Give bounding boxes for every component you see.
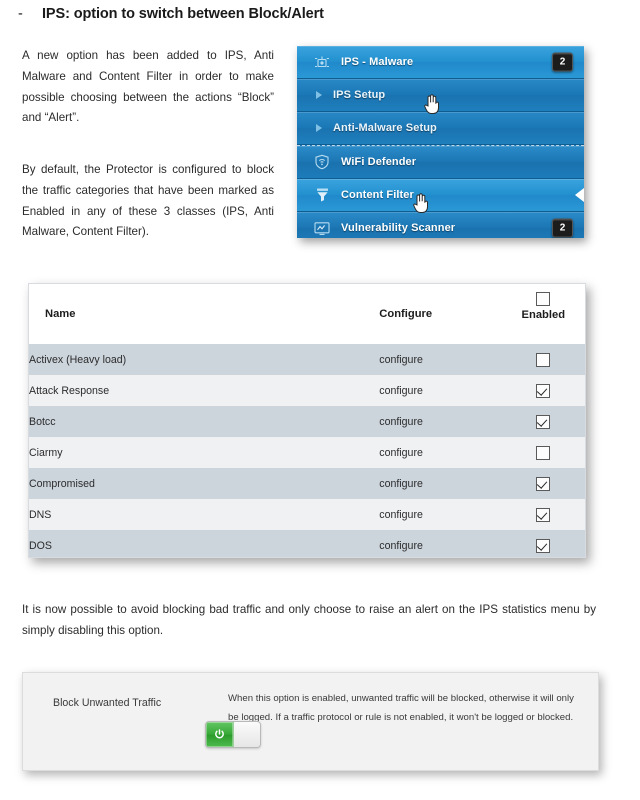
row-enabled-cell	[501, 406, 585, 437]
paragraph-2: By default, the Protector is configured …	[22, 163, 274, 239]
row-enabled-cell	[501, 437, 585, 468]
option-description: When this option is enabled, unwanted tr…	[228, 693, 574, 723]
table-row[interactable]: DNS configure	[29, 499, 585, 530]
row-name: Activex (Heavy load)	[29, 344, 380, 375]
heading-text: IPS: option to switch between Block/Aler…	[42, 6, 324, 22]
arrow-right-icon	[315, 90, 324, 100]
menu-item-label: Anti-Malware Setup	[333, 122, 437, 134]
paragraph-3: It is now possible to avoid blocking bad…	[22, 603, 596, 637]
row-name: Compromised	[29, 468, 380, 499]
toggle-on-half[interactable]	[206, 722, 234, 747]
enabled-checkbox[interactable]	[536, 445, 551, 460]
row-name: Ciarmy	[29, 437, 380, 468]
menu-item-badge: 2	[552, 52, 573, 72]
enabled-checkbox[interactable]	[536, 507, 551, 522]
table-row[interactable]: Compromised configure	[29, 468, 585, 499]
power-icon	[215, 729, 224, 739]
selection-pointer-icon	[575, 188, 584, 202]
menu-item-label: Vulnerability Scanner	[341, 222, 456, 234]
wifi-shield-icon	[311, 153, 333, 171]
menu-item-ips-malware[interactable]: IPS - Malware 2	[297, 46, 584, 79]
configure-link[interactable]: configure	[379, 406, 502, 437]
row-name: DNS	[29, 499, 380, 530]
table-row[interactable]: Ciarmy configure	[29, 437, 585, 468]
row-name: Attack Response	[29, 375, 380, 406]
row-enabled-cell	[501, 375, 585, 406]
row-enabled-cell	[501, 344, 585, 375]
categories-table-panel: Name Configure Enabled Activex (Heavy lo…	[28, 283, 586, 558]
column-header-name: Name	[29, 284, 380, 344]
menu-item-content-filter[interactable]: Content Filter	[297, 179, 584, 212]
table-body: Activex (Heavy load) configure Attack Re…	[29, 344, 585, 557]
block-unwanted-traffic-toggle[interactable]	[205, 721, 261, 748]
heading-bullet: -	[18, 6, 23, 22]
menu-item-label: IPS - Malware	[341, 56, 414, 68]
configure-link[interactable]: configure	[379, 530, 502, 557]
select-all-checkbox[interactable]	[536, 292, 551, 306]
menu-list: IPS - Malware 2 IPS Setup Anti-Malware S…	[297, 46, 584, 238]
column-header-configure: Configure	[379, 284, 502, 344]
menu-item-ips-setup[interactable]: IPS Setup	[297, 79, 584, 112]
table-row[interactable]: Activex (Heavy load) configure	[29, 344, 585, 375]
enabled-checkbox[interactable]	[536, 476, 551, 491]
table-header-row: Name Configure Enabled	[29, 284, 585, 344]
menu-item-anti-malware-setup[interactable]: Anti-Malware Setup	[297, 112, 584, 145]
row-enabled-cell	[501, 530, 585, 557]
funnel-icon	[311, 186, 333, 204]
paragraph-1: A new option has been added to IPS, Anti…	[22, 49, 274, 125]
menu-item-vulnerability-scanner[interactable]: Vulnerability Scanner 2	[297, 212, 584, 238]
monitor-chart-icon	[311, 219, 333, 237]
enabled-checkbox[interactable]	[536, 383, 551, 398]
configure-link[interactable]: configure	[379, 437, 502, 468]
categories-table: Name Configure Enabled Activex (Heavy lo…	[29, 284, 585, 557]
block-unwanted-traffic-panel: Block Unwanted Traffic When this option …	[22, 672, 599, 771]
option-label: Block Unwanted Traffic	[53, 697, 162, 709]
menu-item-badge: 2	[552, 218, 573, 238]
table-row[interactable]: Botcc configure	[29, 406, 585, 437]
row-enabled-cell	[501, 468, 585, 499]
toggle-off-half[interactable]	[234, 722, 260, 747]
configure-link[interactable]: configure	[379, 468, 502, 499]
column-header-enabled: Enabled	[501, 284, 585, 344]
menu-screenshot: IPS - Malware 2 IPS Setup Anti-Malware S…	[297, 46, 584, 238]
row-name: Botcc	[29, 406, 380, 437]
row-name: DOS	[29, 530, 380, 557]
menu-item-label: Content Filter	[341, 189, 414, 201]
table-row[interactable]: DOS configure	[29, 530, 585, 557]
menu-item-wifi-defender[interactable]: WiFi Defender	[297, 145, 584, 179]
column-header-enabled-label: Enabled	[521, 309, 566, 321]
row-enabled-cell	[501, 499, 585, 530]
enabled-checkbox[interactable]	[536, 414, 551, 429]
arrow-right-icon	[315, 123, 324, 133]
table-row[interactable]: Attack Response configure	[29, 375, 585, 406]
menu-item-label: WiFi Defender	[341, 156, 417, 168]
configure-link[interactable]: configure	[379, 499, 502, 530]
bug-shield-icon	[311, 53, 333, 71]
page-title: - IPS: option to switch between Block/Ale…	[18, 6, 618, 22]
enabled-checkbox[interactable]	[536, 538, 551, 553]
enabled-checkbox[interactable]	[536, 352, 551, 367]
menu-item-label: IPS Setup	[333, 89, 386, 101]
configure-link[interactable]: configure	[379, 344, 502, 375]
configure-link[interactable]: configure	[379, 375, 502, 406]
